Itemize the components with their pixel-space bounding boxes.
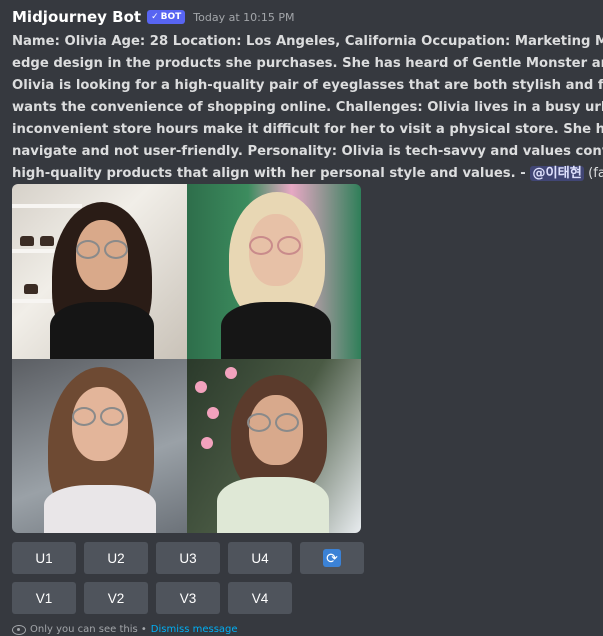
bot-badge-label: BOT (160, 12, 182, 22)
upscale-row: U1 U2 U3 U4 ⟳ (12, 542, 364, 574)
refresh-icon: ⟳ (323, 549, 341, 567)
generated-image-grid[interactable] (12, 184, 361, 533)
bot-badge: ✓ BOT (147, 10, 186, 24)
image-tile-2[interactable] (187, 184, 361, 359)
message-content: Name: Olivia Age: 28 Location: Los Angel… (12, 31, 603, 185)
upscale-button-u1[interactable]: U1 (12, 542, 76, 574)
timestamp: Today at 10:15 PM (193, 10, 295, 24)
variation-button-v3[interactable]: V3 (156, 582, 220, 614)
message: Midjourney Bot ✓ BOT Today at 10:15 PM N… (12, 0, 603, 185)
content-line-last: high-quality products that align with he… (12, 163, 603, 185)
dismiss-message-link[interactable]: Dismiss message (151, 624, 238, 635)
variation-row: V1 V2 V3 V4 (12, 582, 292, 614)
variation-button-v1[interactable]: V1 (12, 582, 76, 614)
ephemeral-notice: Only you can see this • (30, 624, 147, 635)
eye-icon (12, 624, 26, 635)
speed-label: (fast) (588, 166, 603, 181)
content-line: Name: Olivia Age: 28 Location: Los Angel… (12, 34, 603, 49)
message-header: Midjourney Bot ✓ BOT Today at 10:15 PM (12, 0, 603, 34)
check-icon: ✓ (151, 12, 159, 22)
upscale-button-u3[interactable]: U3 (156, 542, 220, 574)
content-line: navigate and not user-friendly. Personal… (12, 144, 603, 159)
content-line: high-quality products that align with he… (12, 166, 531, 181)
content-line: wants the convenience of shopping online… (12, 100, 603, 115)
ephemeral-footer: Only you can see this • Dismiss message (12, 624, 238, 635)
upscale-button-u2[interactable]: U2 (84, 542, 148, 574)
content-line: edge design in the products she purchase… (12, 56, 603, 71)
image-tile-3[interactable] (12, 359, 187, 533)
user-mention[interactable]: @이태현 (530, 166, 584, 181)
reroll-button[interactable]: ⟳ (300, 542, 364, 574)
image-tile-1[interactable] (12, 184, 187, 359)
author-name[interactable]: Midjourney Bot (12, 8, 141, 26)
upscale-button-u4[interactable]: U4 (228, 542, 292, 574)
content-line: inconvenient store hours make it difficu… (12, 122, 603, 137)
content-line: Olivia is looking for a high-quality pai… (12, 78, 603, 93)
variation-button-v4[interactable]: V4 (228, 582, 292, 614)
image-tile-4[interactable] (187, 359, 361, 533)
variation-button-v2[interactable]: V2 (84, 582, 148, 614)
